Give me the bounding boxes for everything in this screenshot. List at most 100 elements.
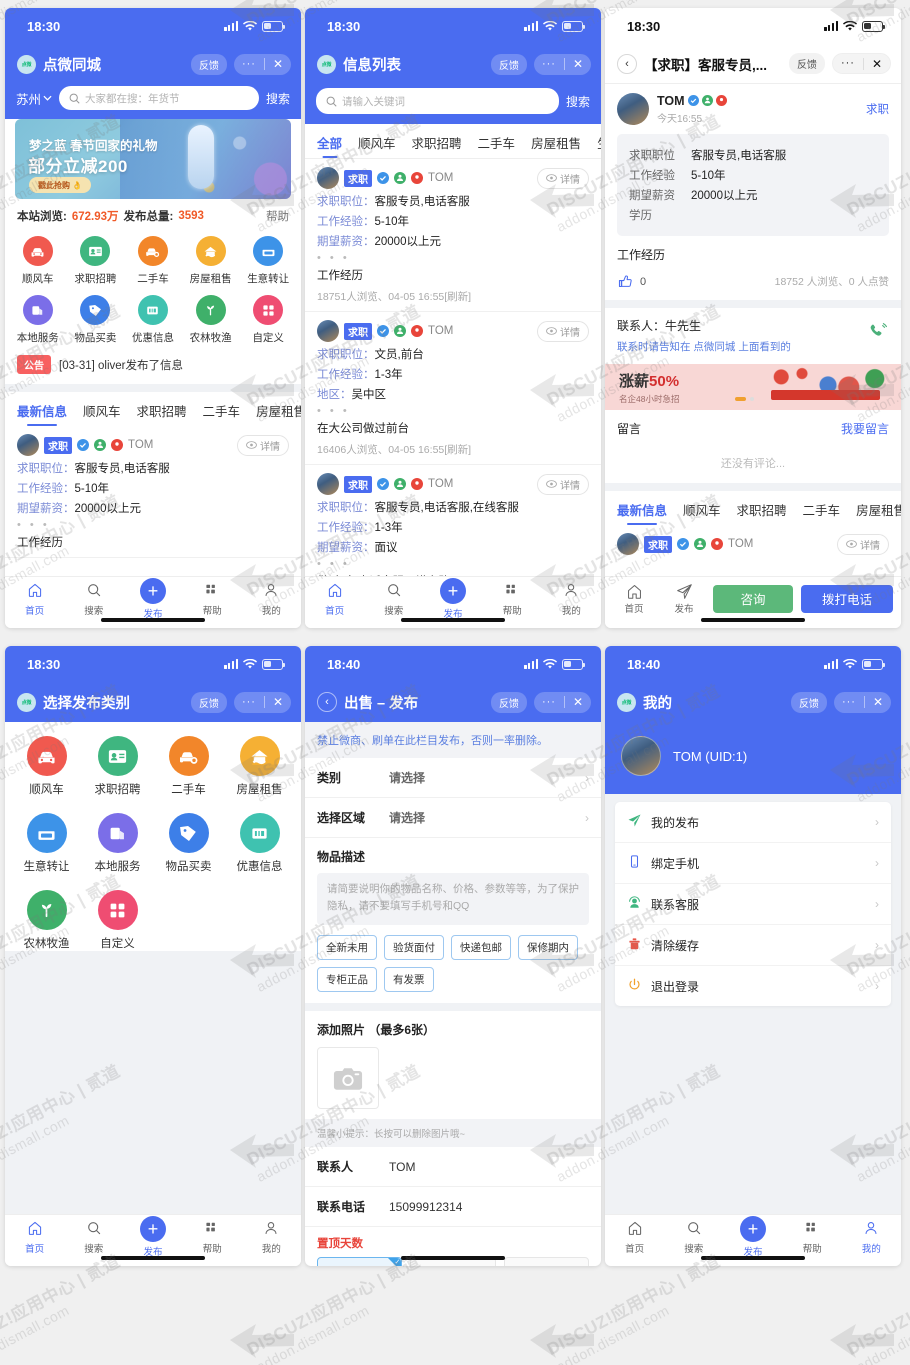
mine-menu-item-清除缓存[interactable]: 清除缓存 › bbox=[615, 925, 891, 966]
top-option[interactable]: 置顶3天 bbox=[503, 1257, 589, 1266]
mine-menu-item-绑定手机[interactable]: 绑定手机 › bbox=[615, 843, 891, 884]
tab-二手车[interactable]: 二手车 bbox=[203, 401, 241, 426]
back-button[interactable]: ‹ bbox=[617, 53, 637, 74]
thumbs-up-icon[interactable] bbox=[617, 273, 634, 290]
category-item-生意转让[interactable]: 生意转让 bbox=[11, 813, 82, 874]
category-item-优惠信息[interactable]: 优惠信息 bbox=[124, 295, 182, 345]
tab-求职招聘[interactable]: 求职招聘 bbox=[737, 500, 787, 525]
category-item-二手车[interactable]: 二手车 bbox=[153, 736, 224, 797]
more-button[interactable]: ··· bbox=[833, 58, 863, 69]
category-item-农林牧渔[interactable]: 农林牧渔 bbox=[182, 295, 240, 345]
form-row-选择区域[interactable]: 选择区域 请选择 › bbox=[305, 798, 601, 838]
category-item-求职招聘[interactable]: 求职招聘 bbox=[82, 736, 153, 797]
tag-chip[interactable]: 保修期内 bbox=[518, 935, 578, 960]
city-selector[interactable]: 苏州 bbox=[16, 89, 52, 108]
tab-顺风车[interactable]: 顺风车 bbox=[83, 401, 121, 426]
tabbar-item-帮助[interactable]: 帮助 bbox=[783, 1220, 842, 1255]
tabbar-item-首页[interactable]: 首页 bbox=[5, 582, 64, 617]
call-icon[interactable] bbox=[868, 322, 888, 346]
close-button[interactable]: ✕ bbox=[864, 58, 890, 70]
tabbar-item-发布[interactable]: + 发布 bbox=[123, 578, 182, 620]
category-item-顺风车[interactable]: 顺风车 bbox=[9, 236, 67, 286]
search-input[interactable]: 大家都在搜：年货节 bbox=[59, 86, 259, 110]
tabbar-item-我的[interactable]: 我的 bbox=[242, 582, 301, 617]
tabbar-item-发布[interactable]: + 发布 bbox=[423, 578, 482, 620]
search-button[interactable]: 搜索 bbox=[266, 90, 290, 107]
tabbar-item-帮助[interactable]: 帮助 bbox=[483, 582, 542, 617]
tabbar-item-帮助[interactable]: 帮助 bbox=[183, 1220, 242, 1255]
ad-banner[interactable]: 涨薪50% 名企48小时急招 bbox=[605, 364, 901, 410]
list-item[interactable]: 求职 TOM 详情 求职职位：客服专员,电话客服 工作经验：5-10年 期望薪资：2000… bbox=[305, 159, 601, 312]
feedback-button[interactable]: 反馈 bbox=[788, 53, 825, 74]
form-row-联系电话[interactable]: 联系电话 15099912314 bbox=[305, 1187, 601, 1227]
tab-顺风车[interactable]: 顺风车 bbox=[358, 133, 396, 158]
write-comment-button[interactable]: 我要留言 bbox=[841, 420, 889, 437]
top-option[interactable]: 不置顶✓ bbox=[317, 1257, 403, 1266]
tabbar-item-发布[interactable]: + 发布 bbox=[723, 1216, 782, 1258]
tab-房屋租售[interactable]: 房屋租售 bbox=[856, 500, 901, 525]
search-input[interactable]: 请输入关键词 bbox=[316, 88, 559, 114]
tab-最新信息[interactable]: 最新信息 bbox=[17, 401, 67, 426]
more-button[interactable]: ··· bbox=[534, 58, 564, 70]
more-button[interactable]: ··· bbox=[234, 696, 264, 708]
category-item-生意转让[interactable]: 生意转让 bbox=[239, 236, 297, 286]
close-button[interactable]: ✕ bbox=[865, 696, 891, 708]
tabbar-item-搜索[interactable]: 搜索 bbox=[64, 582, 123, 617]
banner-cta[interactable]: 戳此抢购 👌 bbox=[29, 177, 92, 193]
tag-chip[interactable]: 专柜正品 bbox=[317, 967, 377, 992]
detail-button[interactable]: 详情 bbox=[837, 533, 889, 555]
announcement[interactable]: 公告 [03-31] oliver发布了信息 bbox=[5, 351, 301, 384]
avatar[interactable] bbox=[621, 736, 661, 776]
tab-顺风车[interactable]: 顺风车 bbox=[683, 500, 721, 525]
tab-房屋租售[interactable]: 房屋租售 bbox=[256, 401, 301, 426]
tag-chip[interactable]: 全新未用 bbox=[317, 935, 377, 960]
detail-button[interactable]: 详情 bbox=[237, 434, 289, 456]
feedback-button[interactable]: 反馈 bbox=[190, 53, 227, 75]
tab-最新信息[interactable]: 最新信息 bbox=[617, 500, 667, 525]
form-row-类别[interactable]: 类别 请选择 › bbox=[305, 758, 601, 798]
category-item-优惠信息[interactable]: 优惠信息 bbox=[224, 813, 295, 874]
close-button[interactable]: ✕ bbox=[565, 696, 591, 708]
tabbar-item-搜索[interactable]: 搜索 bbox=[364, 582, 423, 617]
feedback-button[interactable]: 反馈 bbox=[790, 691, 827, 713]
category-item-自定义[interactable]: 自定义 bbox=[82, 890, 153, 951]
mine-menu-item-退出登录[interactable]: 退出登录 › bbox=[615, 966, 891, 1006]
mine-menu-item-我的发布[interactable]: 我的发布 › bbox=[615, 802, 891, 843]
feedback-button[interactable]: 反馈 bbox=[490, 53, 527, 75]
tabbar-item-发布[interactable]: + 发布 bbox=[123, 1216, 182, 1258]
tab-生[interactable]: 生 bbox=[597, 133, 601, 158]
list-item[interactable]: 求职 TOM 详情 求职职位：文员,前台 工作经验：1-3年 地区：吴中区 • • • 在大公… bbox=[305, 312, 601, 465]
description-textarea[interactable]: 请简要说明你的物品名称、价格、参数等等，为了保护隐私，请不要填写手机号和QQ bbox=[317, 873, 589, 925]
category-item-物品买卖[interactable]: 物品买卖 bbox=[153, 813, 224, 874]
tabbar-item-搜索[interactable]: 搜索 bbox=[664, 1220, 723, 1255]
tab-求职招聘[interactable]: 求职招聘 bbox=[412, 133, 462, 158]
category-item-本地服务[interactable]: 本地服务 bbox=[82, 813, 153, 874]
category-item-本地服务[interactable]: 本地服务 bbox=[9, 295, 67, 345]
action-publish[interactable]: 发布 bbox=[663, 583, 705, 615]
tabbar-item-首页[interactable]: 首页 bbox=[305, 582, 364, 617]
close-button[interactable]: ✕ bbox=[265, 58, 291, 70]
more-button[interactable]: ··· bbox=[834, 696, 864, 708]
category-item-房屋租售[interactable]: 房屋租售 bbox=[224, 736, 295, 797]
detail-button[interactable]: 详情 bbox=[537, 473, 589, 495]
consult-button[interactable]: 咨询 bbox=[713, 584, 793, 613]
tab-求职招聘[interactable]: 求职招聘 bbox=[137, 401, 187, 426]
feedback-button[interactable]: 反馈 bbox=[490, 691, 527, 713]
tabbar-item-搜索[interactable]: 搜索 bbox=[64, 1220, 123, 1255]
close-button[interactable]: ✕ bbox=[565, 58, 591, 70]
tabbar-item-我的[interactable]: 我的 bbox=[242, 1220, 301, 1255]
close-button[interactable]: ✕ bbox=[265, 696, 291, 708]
tabbar-item-帮助[interactable]: 帮助 bbox=[183, 582, 242, 617]
back-button[interactable]: ‹ bbox=[317, 692, 337, 712]
category-item-农林牧渔[interactable]: 农林牧渔 bbox=[11, 890, 82, 951]
search-button[interactable]: 搜索 bbox=[566, 93, 590, 110]
category-item-求职招聘[interactable]: 求职招聘 bbox=[67, 236, 125, 286]
form-row-联系人[interactable]: 联系人 TOM bbox=[305, 1147, 601, 1187]
tag-chip[interactable]: 有发票 bbox=[384, 967, 434, 992]
feedback-button[interactable]: 反馈 bbox=[190, 691, 227, 713]
action-home[interactable]: 首页 bbox=[613, 583, 655, 615]
list-item[interactable]: 求职 TOM 详情 求职职位：客服专员,电话客服 工作经验：5-10年 期望薪资：2… bbox=[5, 426, 301, 558]
help-link[interactable]: 帮助 bbox=[266, 208, 289, 224]
avatar[interactable] bbox=[617, 93, 649, 125]
tab-房屋租售[interactable]: 房屋租售 bbox=[531, 133, 581, 158]
